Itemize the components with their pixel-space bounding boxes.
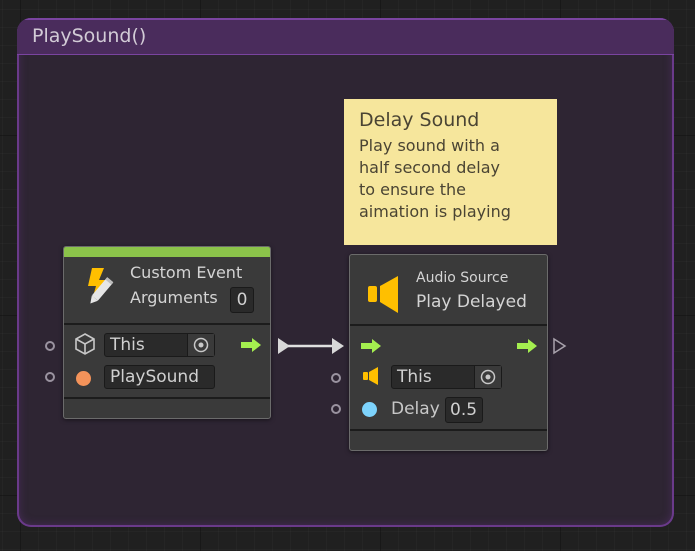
node-footer <box>64 397 270 418</box>
event-name-port-dot <box>76 371 91 386</box>
control-output-port-icon[interactable] <box>553 337 567 355</box>
target-input-port[interactable] <box>45 341 55 351</box>
target-value: This <box>110 335 145 355</box>
target-value: This <box>397 367 432 387</box>
node-subtitle: Audio Source <box>416 270 509 286</box>
arguments-label: Arguments <box>130 288 218 307</box>
event-lightning-pencil-icon <box>88 268 114 304</box>
event-name-value: PlaySound <box>110 367 199 387</box>
target-field[interactable]: This <box>391 365 502 389</box>
audio-play-delayed-node[interactable]: Audio Source Play Delayed This Delay 0.5 <box>349 254 548 451</box>
target-picker-icon <box>480 369 496 385</box>
control-output-arrow-icon[interactable] <box>516 338 538 354</box>
target-field[interactable]: This <box>104 333 215 357</box>
event-name-input-port[interactable] <box>45 372 55 382</box>
control-input-arrow-icon[interactable] <box>360 338 382 354</box>
custom-event-node[interactable]: Custom Event Arguments 0 This PlaySound <box>63 246 271 419</box>
node-footer <box>350 429 547 450</box>
delay-label: Delay <box>391 399 440 419</box>
target-input-port[interactable] <box>331 373 341 383</box>
arguments-count-field[interactable]: 0 <box>230 287 254 313</box>
node-title: Custom Event <box>130 263 243 282</box>
control-output-arrow-icon[interactable] <box>240 337 262 353</box>
node-title: Play Delayed <box>416 292 527 312</box>
gameobject-cube-icon <box>75 333 95 355</box>
object-picker-button[interactable] <box>187 334 214 356</box>
object-picker-button[interactable] <box>474 366 501 388</box>
delay-value-field[interactable]: 0.5 <box>445 397 483 423</box>
edge-target-arrow <box>332 338 344 354</box>
target-picker-icon <box>193 337 209 353</box>
event-name-field[interactable]: PlaySound <box>104 365 215 389</box>
delay-input-port[interactable] <box>331 404 341 414</box>
speaker-icon <box>368 276 398 313</box>
delay-port-dot <box>362 402 377 417</box>
speaker-icon <box>363 367 378 385</box>
